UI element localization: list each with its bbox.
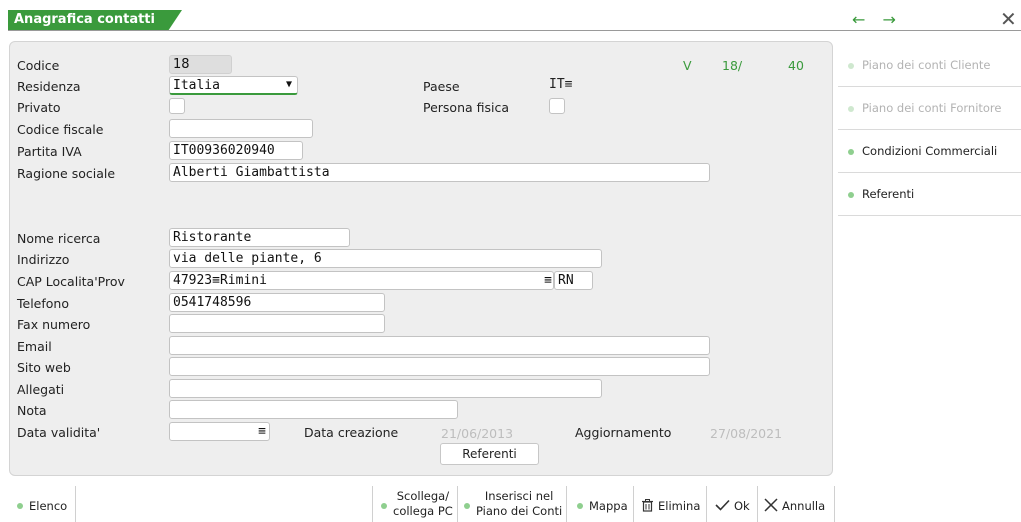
cap-localita-field[interactable]: 47923≡Rimini ≡ bbox=[169, 271, 554, 290]
sidebar-item-referenti[interactable]: Referenti bbox=[838, 174, 1021, 216]
codice-field: 18 bbox=[169, 55, 232, 74]
bullet-icon bbox=[848, 192, 854, 198]
lookup-icon: ≡ bbox=[564, 77, 573, 92]
nota-field[interactable] bbox=[169, 400, 458, 419]
aggiornamento-value: 27/08/2021 bbox=[710, 426, 783, 441]
fax-label: Fax numero bbox=[17, 317, 91, 332]
referenti-button[interactable]: Referenti bbox=[440, 443, 539, 465]
inserisci-piano-conti-button[interactable]: Inserisci nel Piano dei Conti bbox=[458, 486, 566, 522]
ok-label: Ok bbox=[734, 499, 750, 513]
version-count: 40 bbox=[788, 58, 804, 73]
trash-icon bbox=[642, 499, 653, 512]
codice-label: Codice bbox=[17, 58, 60, 73]
version-prefix: V bbox=[683, 58, 692, 73]
telefono-label: Telefono bbox=[17, 296, 69, 311]
navigation-arrows-icon[interactable]: ← → bbox=[852, 10, 902, 29]
inserisci-line2: Piano dei Conti bbox=[476, 504, 563, 518]
sito-web-field[interactable] bbox=[169, 357, 710, 376]
elenco-button[interactable]: Elenco bbox=[14, 486, 74, 522]
paese-label: Paese bbox=[423, 79, 460, 94]
nome-ricerca-field[interactable]: Ristorante bbox=[169, 228, 350, 247]
ragione-sociale-label: Ragione sociale bbox=[17, 166, 116, 181]
elimina-button[interactable]: Elimina bbox=[634, 486, 706, 522]
scollega-collega-pc-button[interactable]: Scollega/ collega PC bbox=[373, 486, 457, 522]
privato-checkbox[interactable] bbox=[169, 98, 185, 114]
sidebar-item-label: Condizioni Commerciali bbox=[862, 144, 998, 158]
email-label: Email bbox=[17, 339, 52, 354]
fax-field[interactable] bbox=[169, 314, 385, 333]
indirizzo-field[interactable]: via delle piante, 6 bbox=[169, 249, 602, 268]
partita-iva-field[interactable]: IT00936020940 bbox=[169, 141, 303, 160]
inserisci-line1: Inserisci nel bbox=[484, 489, 554, 503]
bullet-icon bbox=[577, 503, 583, 509]
privato-label: Privato bbox=[17, 100, 61, 115]
sidebar-item-label: Referenti bbox=[862, 187, 915, 201]
close-icon[interactable]: ✕ bbox=[1000, 7, 1017, 31]
calendar-lookup-icon: ≡ bbox=[258, 424, 266, 439]
allegati-label: Allegati bbox=[17, 382, 65, 397]
bullet-icon bbox=[464, 503, 470, 509]
toolbar-divider bbox=[75, 486, 76, 522]
close-icon bbox=[764, 498, 778, 512]
sidebar-item-condizioni-commerciali[interactable]: Condizioni Commerciali bbox=[838, 131, 1021, 173]
scollega-line2: collega PC bbox=[393, 504, 453, 518]
checkmark-icon bbox=[715, 499, 730, 511]
cap-localita-prov-label: CAP Localita'Prov bbox=[17, 274, 125, 289]
data-creazione-label: Data creazione bbox=[304, 425, 399, 440]
sidebar-item-label: Piano dei conti Cliente bbox=[862, 58, 991, 72]
allegati-field[interactable] bbox=[169, 379, 602, 398]
persona-fisica-checkbox[interactable] bbox=[549, 98, 565, 114]
paese-value: IT bbox=[549, 77, 565, 92]
sidebar-item-piano-conti-cliente[interactable]: Piano dei conti Cliente bbox=[838, 45, 1021, 87]
partita-iva-label: Partita IVA bbox=[17, 144, 82, 159]
codice-fiscale-field[interactable] bbox=[169, 119, 313, 138]
cap-value: 47923 bbox=[173, 273, 213, 288]
annulla-label: Annulla bbox=[782, 499, 826, 513]
aggiornamento-label: Aggiornamento bbox=[575, 425, 672, 440]
inserisci-label: Inserisci nel Piano dei Conti bbox=[476, 489, 562, 519]
bullet-icon bbox=[848, 106, 854, 112]
bullet-icon bbox=[381, 503, 387, 509]
nota-label: Nota bbox=[17, 403, 47, 418]
sito-web-label: Sito web bbox=[17, 360, 71, 375]
email-field[interactable] bbox=[169, 336, 710, 355]
data-creazione-value: 21/06/2013 bbox=[441, 426, 514, 441]
prov-field[interactable]: RN bbox=[554, 271, 593, 290]
indirizzo-label: Indirizzo bbox=[17, 252, 70, 267]
scollega-label: Scollega/ collega PC bbox=[393, 489, 453, 519]
codice-fiscale-label: Codice fiscale bbox=[17, 122, 104, 137]
sidebar-item-piano-conti-fornitore[interactable]: Piano dei conti Fornitore bbox=[838, 88, 1021, 130]
version-number: 18/ bbox=[722, 58, 743, 73]
ragione-sociale-field[interactable]: Alberti Giambattista bbox=[169, 163, 710, 182]
annulla-button[interactable]: Annulla bbox=[758, 486, 834, 522]
window-title: Anagrafica contatti bbox=[14, 12, 155, 27]
elimina-label: Elimina bbox=[658, 499, 701, 513]
localita-value: Rimini bbox=[219, 273, 267, 288]
mappa-label: Mappa bbox=[589, 499, 628, 513]
nome-ricerca-label: Nome ricerca bbox=[17, 231, 101, 246]
residenza-select[interactable]: Italia ▼ bbox=[169, 76, 298, 95]
residenza-value: Italia bbox=[173, 78, 220, 93]
telefono-field[interactable]: 0541748596 bbox=[169, 293, 385, 312]
bullet-icon bbox=[848, 149, 854, 155]
localita-lookup-icon: ≡ bbox=[544, 273, 552, 288]
cap-lookup-icon: ≡ bbox=[212, 273, 220, 288]
toolbar-divider bbox=[834, 486, 835, 522]
title-divider bbox=[8, 30, 1021, 31]
sidebar-item-label: Piano dei conti Fornitore bbox=[862, 101, 1002, 115]
ok-button[interactable]: Ok bbox=[707, 486, 757, 522]
persona-fisica-label: Persona fisica bbox=[423, 100, 510, 115]
elenco-label: Elenco bbox=[29, 499, 68, 513]
paese-field[interactable]: IT≡ bbox=[549, 77, 572, 92]
residenza-label: Residenza bbox=[17, 79, 81, 94]
mappa-button[interactable]: Mappa bbox=[567, 486, 633, 522]
data-validita-label: Data validita' bbox=[17, 425, 101, 440]
bullet-icon bbox=[848, 63, 854, 69]
scollega-line1: Scollega/ bbox=[396, 489, 450, 503]
bullet-icon bbox=[17, 503, 23, 509]
data-validita-field[interactable]: ≡ bbox=[169, 422, 270, 441]
chevron-down-icon: ▼ bbox=[285, 79, 292, 90]
